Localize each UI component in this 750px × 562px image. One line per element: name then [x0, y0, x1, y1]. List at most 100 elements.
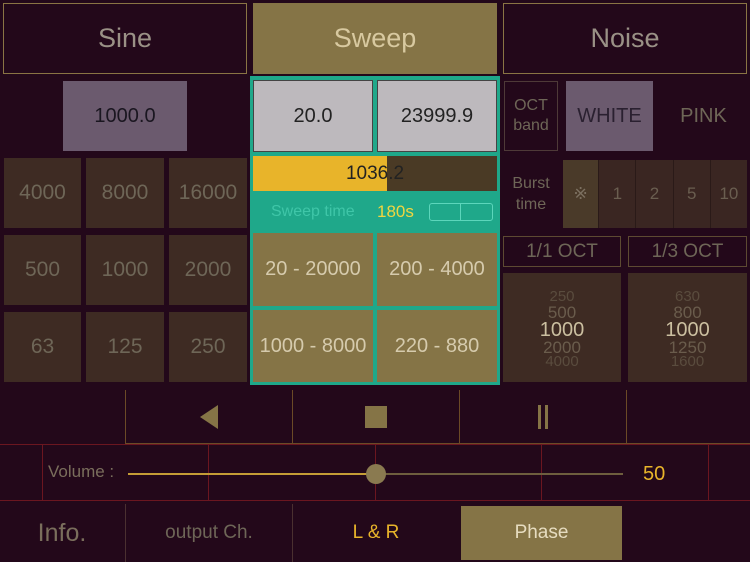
sweep-time-label: Sweep time — [271, 203, 355, 220]
pink-noise-button[interactable]: PINK — [660, 81, 747, 151]
channel-select-label: L & R — [352, 522, 400, 543]
sine-frequency-value: 1000.0 — [94, 104, 156, 127]
sine-preset-button[interactable]: 125 — [86, 312, 164, 382]
stop-button[interactable] — [292, 390, 459, 444]
oct-1-1-frequency-wheel[interactable]: 250 500 1000 2000 4000 — [503, 273, 621, 382]
wheel-item: 1600 — [670, 353, 705, 370]
burst-time-selector[interactable]: ※ 1 2 5 10 — [563, 160, 747, 228]
back-button[interactable] — [125, 390, 292, 444]
sweep-range-button[interactable]: 20 - 20000 — [253, 233, 373, 306]
tab-noise[interactable]: Noise — [503, 3, 747, 74]
sine-preset-button[interactable]: 500 — [4, 235, 81, 305]
sweep-time-row: Sweep time 180s — [253, 195, 497, 229]
pink-noise-label: PINK — [680, 104, 727, 127]
tab-noise-label: Noise — [590, 23, 660, 53]
burst-option-label: 2 — [649, 184, 660, 203]
sweep-range-button[interactable]: 200 - 4000 — [377, 233, 497, 306]
back-triangle-icon — [200, 404, 218, 429]
sine-frequency-display[interactable]: 1000.0 — [63, 81, 187, 151]
wheel-item-selected: 1000 — [665, 319, 710, 341]
output-channel-label-box: output Ch. — [126, 504, 292, 562]
tab-sweep[interactable]: Sweep — [253, 3, 497, 74]
wheel-item: 630 — [674, 288, 701, 305]
volume-value: 50 — [643, 463, 666, 485]
white-noise-label: WHITE — [577, 104, 642, 127]
sine-preset-label: 250 — [190, 335, 226, 358]
sine-preset-label: 4000 — [19, 181, 66, 204]
oct-1-3-label: 1/3 OCT — [651, 240, 724, 262]
burst-option-label: 1 — [612, 184, 623, 203]
transport-empty-right — [626, 390, 750, 444]
wheel-item: 4000 — [545, 353, 579, 370]
wheel-item-selected: 1000 — [539, 319, 585, 341]
sweep-range-label: 1000 - 8000 — [259, 334, 367, 357]
oct-band-label: OCT band — [513, 97, 549, 134]
wheel-item: 250 — [549, 288, 575, 305]
burst-option[interactable]: 1 — [599, 160, 637, 228]
sweep-time-stepper[interactable] — [429, 203, 493, 221]
sweep-range-label: 220 - 880 — [394, 334, 480, 357]
sweep-start-value: 20.0 — [293, 104, 333, 127]
volume-label: Volume : — [48, 462, 115, 481]
pause-bars-icon — [538, 404, 548, 429]
volume-slider-thumb[interactable] — [366, 464, 386, 484]
sweep-end-value: 23999.9 — [400, 104, 474, 127]
sine-preset-label: 1000 — [101, 258, 149, 281]
info-button-label: Info. — [37, 518, 87, 547]
pause-button[interactable] — [459, 390, 626, 444]
volume-slider[interactable] — [128, 464, 623, 484]
burst-option-label: ※ — [573, 184, 588, 203]
sweep-current-frequency: 1036.2 — [253, 156, 497, 191]
tab-sine-label: Sine — [97, 23, 153, 53]
burst-option[interactable]: 10 — [711, 160, 747, 228]
info-button[interactable]: Info. — [0, 504, 124, 562]
oct-1-1-label: 1/1 OCT — [526, 240, 598, 262]
burst-time-label: Burst time — [512, 175, 550, 213]
burst-option-label: 5 — [686, 184, 697, 203]
sweep-end-frequency[interactable]: 23999.9 — [377, 80, 497, 152]
sine-preset-button[interactable]: 8000 — [86, 158, 164, 228]
sweep-range-button[interactable]: 220 - 880 — [377, 310, 497, 382]
stop-square-icon — [365, 405, 387, 428]
volume-grid-line — [708, 444, 709, 500]
sweep-current-value: 1036.2 — [345, 162, 405, 184]
volume-row-divider — [0, 500, 750, 501]
oct-1-3-button[interactable]: 1/3 OCT — [628, 236, 747, 267]
sweep-range-label: 20 - 20000 — [265, 258, 361, 280]
sine-preset-button[interactable]: 1000 — [86, 235, 164, 305]
sine-preset-button[interactable]: 4000 — [4, 158, 81, 228]
volume-slider-fill — [128, 473, 376, 475]
sine-preset-label: 500 — [24, 258, 61, 281]
burst-option-label: 10 — [719, 184, 739, 203]
oct-band-button[interactable]: OCT band — [504, 81, 558, 151]
tab-sweep-label: Sweep — [333, 23, 417, 53]
tab-sine[interactable]: Sine — [3, 3, 247, 74]
output-channel-label: output Ch. — [165, 522, 253, 543]
sweep-time-decrease[interactable] — [430, 204, 461, 220]
sine-preset-label: 16000 — [178, 181, 238, 204]
sweep-range-button[interactable]: 1000 - 8000 — [253, 310, 373, 382]
phase-button-label: Phase — [514, 522, 569, 543]
sine-preset-button[interactable]: 2000 — [169, 235, 247, 305]
sine-preset-label: 8000 — [101, 181, 149, 204]
sine-preset-button[interactable]: 63 — [4, 312, 81, 382]
sine-preset-label: 63 — [30, 335, 55, 358]
sweep-start-frequency[interactable]: 20.0 — [253, 80, 373, 152]
sweep-progress-bar: 1036.2 — [253, 156, 497, 191]
volume-grid-line — [42, 444, 43, 500]
burst-option[interactable]: ※ — [563, 160, 600, 228]
burst-option[interactable]: 2 — [636, 160, 674, 228]
oct-1-1-button[interactable]: 1/1 OCT — [503, 236, 621, 267]
white-noise-button[interactable]: WHITE — [566, 81, 653, 151]
phase-button[interactable]: Phase — [461, 506, 622, 560]
oct-1-3-frequency-wheel[interactable]: 630 800 1000 1250 1600 — [628, 273, 747, 382]
sine-preset-label: 2000 — [184, 258, 232, 281]
burst-time-label-box: Burst time — [504, 160, 558, 228]
sine-preset-button[interactable]: 16000 — [169, 158, 247, 228]
sine-preset-label: 125 — [107, 335, 143, 358]
sweep-time-value: 180s — [377, 202, 414, 221]
burst-option[interactable]: 5 — [674, 160, 711, 228]
sweep-range-label: 200 - 4000 — [389, 258, 485, 280]
channel-select-button[interactable]: L & R — [293, 504, 459, 562]
sine-preset-button[interactable]: 250 — [169, 312, 247, 382]
